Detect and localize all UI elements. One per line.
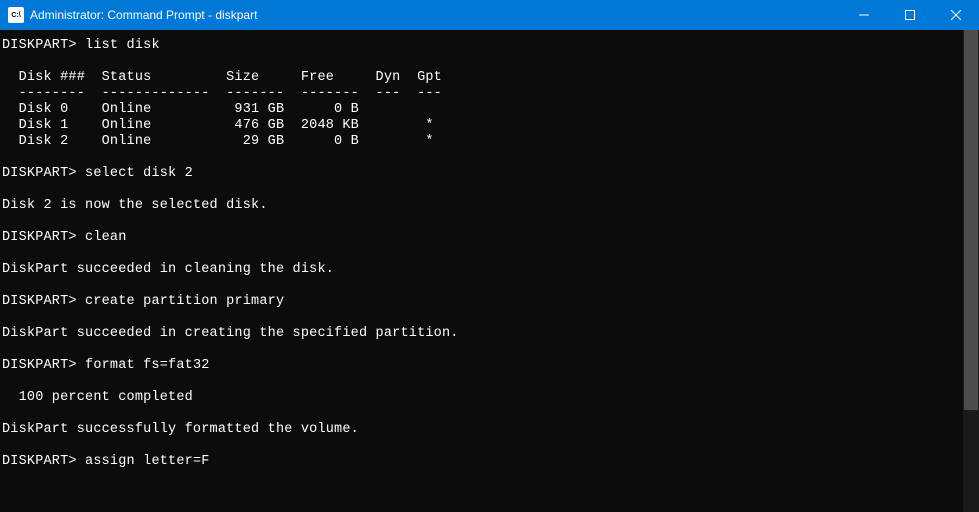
msg-progress: 100 percent completed — [2, 390, 193, 405]
close-icon — [951, 10, 961, 20]
table-divider: -------- ------------- ------- ------- -… — [2, 86, 442, 101]
prompt: DISKPART> — [2, 166, 77, 181]
table-row: Disk 1 Online 476 GB 2048 KB * — [2, 118, 434, 133]
cmd-icon-text: C:\ — [11, 12, 20, 19]
maximize-icon — [905, 10, 915, 20]
close-button[interactable] — [933, 0, 979, 30]
prompt: DISKPART> — [2, 454, 77, 469]
maximize-button[interactable] — [887, 0, 933, 30]
cmd-create-partition: create partition primary — [85, 294, 284, 309]
minimize-button[interactable] — [841, 0, 887, 30]
msg-clean-success: DiskPart succeeded in cleaning the disk. — [2, 262, 334, 277]
window-controls — [841, 0, 979, 30]
cmd-assign-letter: assign letter=F — [85, 454, 210, 469]
table-header: Disk ### Status Size Free Dyn Gpt — [2, 70, 442, 85]
prompt: DISKPART> — [2, 294, 77, 309]
table-row: Disk 0 Online 931 GB 0 B — [2, 102, 359, 117]
cmd-list-disk: list disk — [85, 38, 160, 53]
window-title: Administrator: Command Prompt - diskpart — [30, 8, 841, 22]
table-row: Disk 2 Online 29 GB 0 B * — [2, 134, 434, 149]
titlebar[interactable]: C:\ Administrator: Command Prompt - disk… — [0, 0, 979, 30]
msg-partition-success: DiskPart succeeded in creating the speci… — [2, 326, 459, 341]
prompt: DISKPART> — [2, 358, 77, 373]
scrollbar-thumb[interactable] — [964, 30, 978, 410]
terminal-output[interactable]: DISKPART> list disk Disk ### Status Size… — [0, 30, 979, 512]
msg-format-success: DiskPart successfully formatted the volu… — [2, 422, 359, 437]
cmd-select-disk: select disk 2 — [85, 166, 193, 181]
minimize-icon — [859, 10, 869, 20]
prompt: DISKPART> — [2, 230, 77, 245]
prompt: DISKPART> — [2, 38, 77, 53]
cmd-clean: clean — [85, 230, 127, 245]
cmd-format: format fs=fat32 — [85, 358, 210, 373]
cmd-icon: C:\ — [8, 7, 24, 23]
msg-disk-selected: Disk 2 is now the selected disk. — [2, 198, 268, 213]
